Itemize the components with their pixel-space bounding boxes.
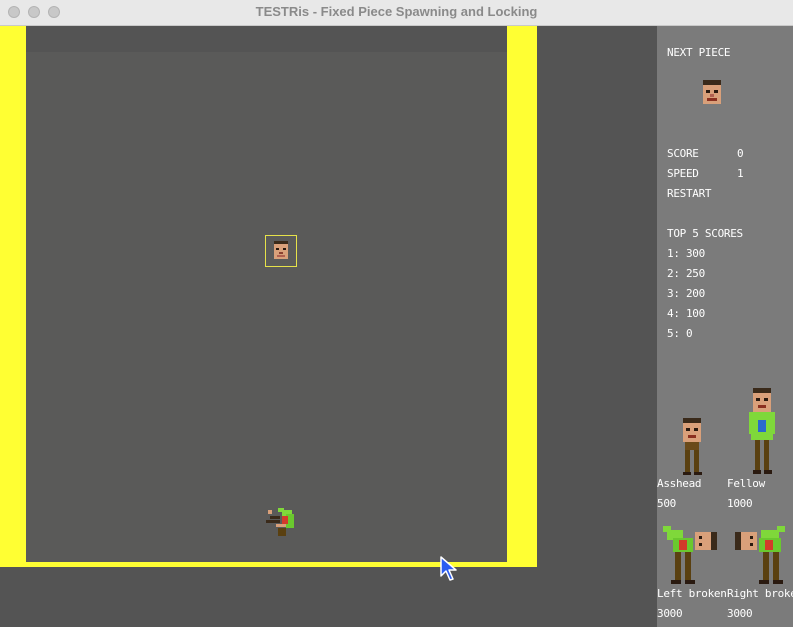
- window-titlebar: TESTRis - Fixed Piece Spawning and Locki…: [0, 0, 793, 26]
- right-broken-character-icon: [735, 526, 785, 584]
- score-label: SCORE: [667, 147, 699, 160]
- legend-points: 3000: [727, 607, 753, 620]
- cursor-arrow-icon: [440, 556, 457, 581]
- legend-name: Left broken: [657, 587, 727, 600]
- top-score-entry: 1: 300: [667, 247, 705, 260]
- score-value: 0: [737, 147, 744, 160]
- next-piece-preview: [698, 78, 726, 108]
- legend-name: Asshead: [657, 477, 702, 490]
- legend-points: 500: [657, 497, 676, 510]
- top-scores-label: TOP 5 SCORES: [667, 227, 743, 240]
- head-icon: [265, 235, 297, 267]
- asshead-sprite: [677, 418, 709, 476]
- legend-points: 1000: [727, 497, 753, 510]
- game-area: [0, 26, 657, 627]
- play-board: [26, 52, 507, 562]
- top-score-entry: 2: 250: [667, 267, 705, 280]
- top-score-entry: 4: 100: [667, 307, 705, 320]
- top-score-entry: 5: 0: [667, 327, 693, 340]
- speed-value: 1: [737, 167, 744, 180]
- left-broken-character-icon: [663, 526, 717, 584]
- window-title: TESTRis - Fixed Piece Spawning and Locki…: [255, 4, 538, 19]
- locked-piece: [264, 504, 300, 536]
- speed-label: SPEED: [667, 167, 699, 180]
- asshead-character-icon: [683, 418, 702, 475]
- top-score-entry: 3: 200: [667, 287, 705, 300]
- legend-name: Right broke: [727, 587, 793, 600]
- mouse-cursor: [440, 556, 458, 586]
- broken-body-icon: [266, 508, 294, 536]
- left-broken-sprite: [659, 524, 723, 586]
- legend-points: 3000: [657, 607, 683, 620]
- next-piece-label: NEXT PIECE: [667, 46, 731, 59]
- fellow-character-icon: [749, 388, 775, 474]
- right-broken-sprite: [733, 524, 793, 586]
- falling-piece: [265, 235, 297, 267]
- fellow-sprite: [747, 388, 779, 476]
- restart-button[interactable]: RESTART: [667, 188, 712, 200]
- head-icon: [703, 80, 721, 104]
- legend-name: Fellow: [727, 477, 765, 490]
- right-wall: [507, 26, 537, 567]
- side-panel: NEXT PIECE SCORE 0 SPEED 1 RESTART TOP 5…: [657, 26, 793, 627]
- left-wall: [0, 26, 26, 567]
